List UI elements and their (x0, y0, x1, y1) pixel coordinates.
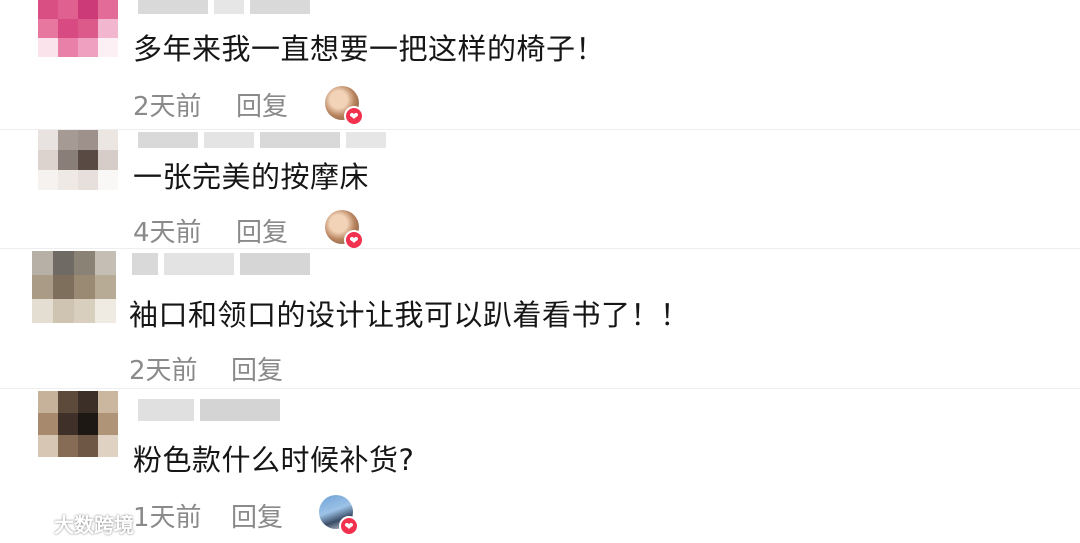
comment-time: 2天前 (129, 356, 198, 386)
commenter-name-blurred (138, 132, 398, 148)
comment-item-4: 粉色款什么时候补货? 1天前 回复 ❤ (0, 389, 1080, 543)
reply-button[interactable]: 回复 (231, 350, 283, 387)
reply-button[interactable]: 回复 (236, 86, 288, 123)
heart-icon: ❤ (339, 516, 359, 536)
comment-text: 袖口和领口的设计让我可以趴着看书了！！ (129, 298, 690, 332)
heart-icon: ❤ (344, 106, 364, 126)
commenter-avatar[interactable] (38, 130, 118, 190)
comment-item-2: 一张完美的按摩床 4天前 回复 ❤ (0, 130, 1080, 248)
commenter-name-blurred (138, 0, 318, 14)
comment-time: 4天前 (133, 218, 202, 248)
comment-text: 多年来我一直想要一把这样的椅子！ (133, 32, 606, 66)
commenter-avatar[interactable] (38, 0, 118, 57)
reply-button[interactable]: 回复 (231, 497, 283, 534)
comment-item-3: 袖口和领口的设计让我可以趴着看书了！！ 2天前 回复 (0, 249, 1080, 388)
commenter-avatar[interactable] (38, 391, 118, 457)
comment-text: 粉色款什么时候补货? (133, 443, 415, 477)
heart-icon: ❤ (344, 230, 364, 248)
weibo-logo-icon (11, 512, 46, 535)
comment-text: 一张完美的按摩床 (133, 160, 370, 194)
comment-item-1: 多年来我一直想要一把这样的椅子！ 2天前 回复 ❤ (0, 0, 1080, 129)
commenter-name-blurred (138, 399, 298, 421)
watermark: 大数跨境 (10, 506, 134, 540)
comment-time: 2天前 (133, 92, 202, 122)
comment-time: 1天前 (133, 503, 202, 533)
reply-button[interactable]: 回复 (236, 212, 288, 248)
commenter-name-blurred (132, 253, 332, 275)
watermark-text: 大数跨境 (54, 512, 134, 537)
commenter-avatar[interactable] (32, 251, 116, 323)
